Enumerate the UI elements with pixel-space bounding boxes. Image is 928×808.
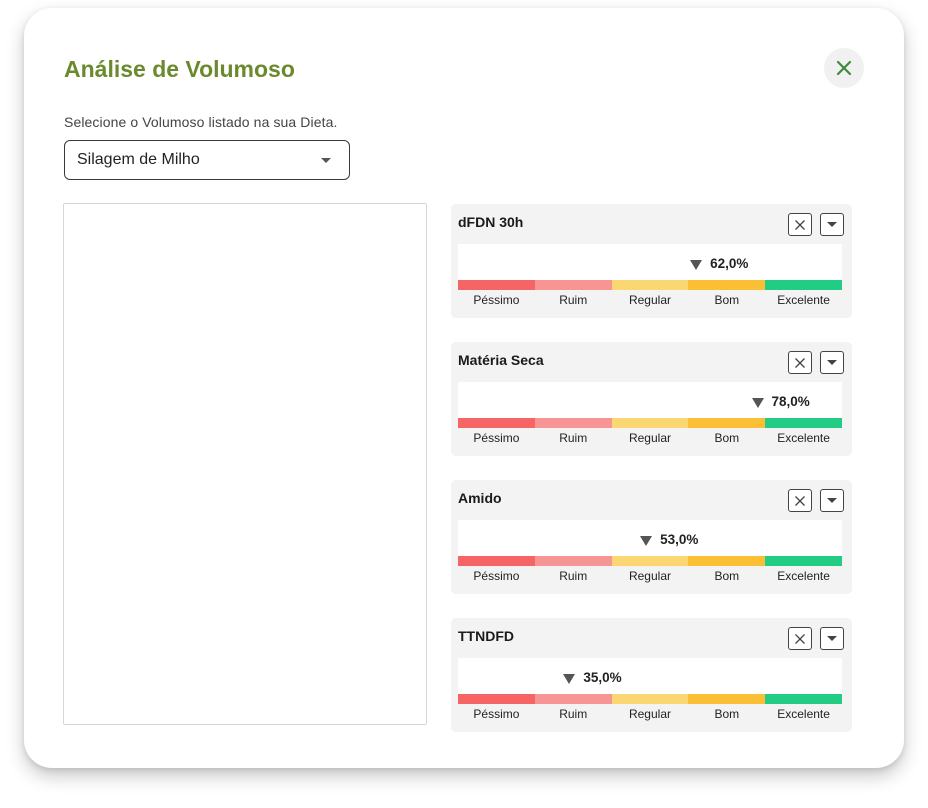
metric-card: Matéria Seca 78,0% Péssimo Ruim Regular … (451, 342, 852, 456)
caret-down-icon (827, 498, 837, 503)
close-icon (795, 357, 805, 368)
bar-segment-bom (688, 280, 766, 290)
metric-value: 35,0% (583, 670, 622, 685)
bar-segment-ruim (534, 280, 612, 290)
remove-button[interactable] (788, 627, 812, 650)
rating-label: Excelente (777, 707, 830, 721)
remove-button[interactable] (788, 351, 812, 374)
metric-title: TTNDFD (458, 628, 514, 644)
metric-title: Matéria Seca (458, 352, 544, 368)
bar-segment-ruim (534, 556, 612, 566)
rating-label: Regular (628, 431, 671, 445)
bar-segment-bom (688, 556, 766, 566)
bar-segment-regular (611, 694, 689, 704)
analysis-modal: Análise de Volumoso Selecione o Volumoso… (24, 8, 904, 768)
bar-segment-bom (688, 694, 766, 704)
remove-button[interactable] (788, 489, 812, 512)
bar-segment-ruim (534, 694, 612, 704)
expand-button[interactable] (820, 213, 844, 236)
rating-labels: Péssimo Ruim Regular Bom Excelente (458, 431, 842, 445)
rating-label: Ruim (559, 707, 588, 721)
rating-labels: Péssimo Ruim Regular Bom Excelente (458, 293, 842, 307)
close-icon (836, 60, 852, 76)
rating-label: Péssimo (473, 707, 520, 721)
bar-segment-excelente (765, 280, 842, 290)
metric-title: dFDN 30h (458, 214, 524, 230)
rating-label: Excelente (777, 431, 830, 445)
caret-down-icon (827, 222, 837, 227)
metric-value: 78,0% (771, 394, 810, 409)
metric-card: TTNDFD 35,0% Péssimo Ruim Regular Bom Ex… (451, 618, 852, 732)
marker-arrow-icon (751, 397, 764, 408)
bar-segment-regular (611, 280, 689, 290)
caret-down-icon (321, 158, 331, 163)
metric-title: Amido (458, 490, 502, 506)
rating-label: Regular (628, 293, 671, 307)
value-marker: 78,0% (751, 394, 810, 409)
expand-button[interactable] (820, 627, 844, 650)
marker-arrow-icon (690, 259, 703, 270)
bar-segment-regular (611, 556, 689, 566)
bar-segment-pessimo (458, 280, 535, 290)
rating-label: Bom (714, 569, 740, 583)
close-icon (795, 219, 805, 230)
modal-title: Análise de Volumoso (64, 56, 295, 82)
expand-button[interactable] (820, 351, 844, 374)
chart-area (63, 203, 427, 725)
metric-card: Amido 53,0% Péssimo Ruim Regular Bom Exc… (451, 480, 852, 594)
metric-card: dFDN 30h 62,0% Péssimo Ruim Regular Bom … (451, 204, 852, 318)
volumoso-select[interactable]: Silagem de Milho (64, 140, 350, 180)
rating-label: Bom (714, 707, 740, 721)
caret-down-icon (827, 360, 837, 365)
metric-value: 53,0% (660, 532, 699, 547)
rating-label: Ruim (559, 431, 588, 445)
close-icon (795, 495, 805, 506)
bar-segment-pessimo (458, 556, 535, 566)
rating-bar (458, 694, 842, 704)
bar-segment-pessimo (458, 694, 535, 704)
marker-arrow-icon (640, 535, 653, 546)
bar-segment-pessimo (458, 418, 535, 428)
select-value: Silagem de Milho (77, 151, 200, 168)
expand-button[interactable] (820, 489, 844, 512)
caret-down-icon (827, 636, 837, 641)
rating-bar (458, 280, 842, 290)
rating-label: Bom (714, 431, 740, 445)
bar-segment-excelente (765, 694, 842, 704)
value-marker: 62,0% (690, 256, 748, 271)
bar-segment-excelente (765, 556, 842, 566)
rating-labels: Péssimo Ruim Regular Bom Excelente (458, 569, 842, 583)
select-label: Selecione o Volumoso listado na sua Diet… (64, 114, 338, 130)
scale-box: 35,0% (458, 658, 842, 694)
bar-segment-excelente (765, 418, 842, 428)
close-button[interactable] (824, 48, 864, 88)
rating-bar (458, 418, 842, 428)
rating-label: Regular (628, 707, 671, 721)
marker-arrow-icon (563, 673, 576, 684)
metric-value: 62,0% (710, 256, 749, 271)
rating-label: Regular (628, 569, 671, 583)
bar-segment-ruim (534, 418, 612, 428)
rating-label: Ruim (559, 569, 588, 583)
rating-label: Excelente (777, 293, 830, 307)
rating-labels: Péssimo Ruim Regular Bom Excelente (458, 707, 842, 721)
scale-box: 78,0% (458, 382, 842, 418)
value-marker: 53,0% (640, 532, 698, 547)
value-marker: 35,0% (563, 670, 622, 685)
rating-label: Péssimo (473, 569, 520, 583)
rating-bar (458, 556, 842, 566)
scale-box: 53,0% (458, 520, 842, 556)
rating-label: Péssimo (473, 431, 520, 445)
bar-segment-regular (611, 418, 689, 428)
close-icon (795, 633, 805, 644)
rating-label: Péssimo (473, 293, 520, 307)
remove-button[interactable] (788, 213, 812, 236)
rating-label: Excelente (777, 569, 830, 583)
rating-label: Bom (714, 293, 740, 307)
scale-box: 62,0% (458, 244, 842, 280)
rating-label: Ruim (559, 293, 588, 307)
bar-segment-bom (688, 418, 766, 428)
